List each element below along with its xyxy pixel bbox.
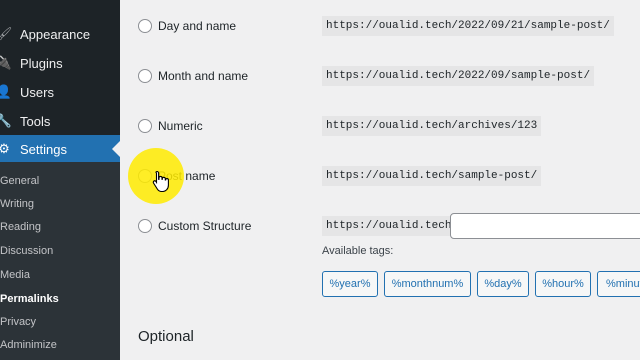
optional-section-heading: Optional xyxy=(138,328,194,345)
menu-item-users[interactable]: 👤 Users xyxy=(0,78,120,106)
example-url: https://oualid.tech/2022/09/21/sample-po… xyxy=(322,16,614,36)
permalink-settings-panel: Day and name https://oualid.tech/2022/09… xyxy=(120,0,640,360)
submenu-item-adminimize[interactable]: Adminimize xyxy=(0,335,120,355)
settings-submenu: General Writing Reading Discussion Media… xyxy=(0,162,120,360)
user-icon: 👤 xyxy=(0,84,13,99)
custom-structure-base-url: https://oualid.tech xyxy=(322,216,456,236)
menu-item-appearance[interactable]: 🖌 Appearance xyxy=(0,20,120,48)
submenu-item-permalinks[interactable]: Permalinks xyxy=(0,289,120,309)
menu-item-label: Users xyxy=(20,84,54,100)
available-tags-label: Available tags: xyxy=(322,245,394,257)
menu-item-label: Tools xyxy=(20,113,51,129)
radio-month-and-name[interactable] xyxy=(138,69,152,83)
option-label: Custom Structure xyxy=(158,219,252,233)
radio-day-and-name[interactable] xyxy=(138,19,152,33)
tag-button-minute[interactable]: %minute% xyxy=(597,271,640,297)
tag-button-year[interactable]: %year% xyxy=(322,271,378,297)
admin-sidebar: 🖌 Appearance 🔌 Plugins 👤 Users 🔧 Tools ⚙… xyxy=(0,0,120,360)
submenu-item-privacy[interactable]: Privacy xyxy=(0,312,120,332)
menu-item-tools[interactable]: 🔧 Tools xyxy=(0,107,120,135)
menu-item-settings[interactable]: ⚙ Settings xyxy=(0,135,120,163)
submenu-item-discussion[interactable]: Discussion xyxy=(0,241,120,261)
permalink-option-day-and-name: Day and name xyxy=(138,16,236,36)
submenu-item-writing[interactable]: Writing xyxy=(0,194,120,214)
example-url: https://oualid.tech/sample-post/ xyxy=(322,166,542,186)
custom-structure-input[interactable] xyxy=(450,213,640,239)
tag-button-day[interactable]: %day% xyxy=(477,271,529,297)
menu-item-label: Plugins xyxy=(20,55,63,71)
tag-button-monthnum[interactable]: %monthnum% xyxy=(384,271,471,297)
option-label: Month and name xyxy=(158,69,249,83)
tag-button-hour[interactable]: %hour% xyxy=(535,271,591,297)
plug-icon: 🔌 xyxy=(0,55,13,70)
option-label: Numeric xyxy=(158,119,203,133)
menu-item-label: Appearance xyxy=(20,26,91,42)
active-menu-arrow xyxy=(112,141,120,157)
menu-item-label: Settings xyxy=(20,141,67,157)
submenu-item-media[interactable]: Media xyxy=(0,265,120,285)
radio-custom-structure[interactable] xyxy=(138,219,152,233)
hand-pointer-icon xyxy=(152,170,169,192)
permalink-option-month-and-name: Month and name xyxy=(138,66,248,86)
settings-sliders-icon: ⚙ xyxy=(0,141,10,156)
permalink-option-numeric: Numeric xyxy=(138,116,203,136)
submenu-item-reading[interactable]: Reading xyxy=(0,217,120,237)
wrench-icon: 🔧 xyxy=(0,113,13,128)
option-label: Day and name xyxy=(158,19,237,33)
radio-numeric[interactable] xyxy=(138,119,152,133)
paintbrush-icon: 🖌 xyxy=(0,26,13,41)
menu-item-plugins[interactable]: 🔌 Plugins xyxy=(0,49,120,77)
submenu-item-general[interactable]: General xyxy=(0,171,120,191)
permalink-option-custom-structure: Custom Structure xyxy=(138,216,251,236)
example-url: https://oualid.tech/2022/09/sample-post/ xyxy=(322,66,595,86)
example-url: https://oualid.tech/archives/123 xyxy=(322,116,542,136)
